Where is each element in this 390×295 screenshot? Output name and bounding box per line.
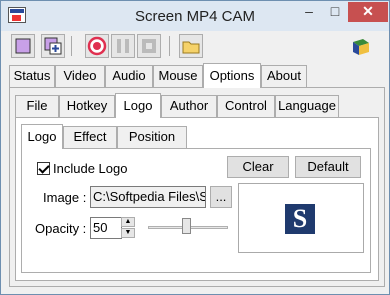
options-tab-bar: File Hotkey Logo Author Control Language [15,93,379,118]
default-button[interactable]: Default [295,156,361,178]
maximize-button[interactable]: □ [322,2,348,22]
close-button[interactable]: ✕ [348,2,388,22]
open-folder-icon [182,41,200,54]
opacity-input[interactable]: 50 [90,217,122,239]
stop-button[interactable] [137,34,161,58]
logo-image: S [285,204,315,234]
title-bar[interactable]: Screen MP4 CAM – □ ✕ [1,1,389,31]
add-region-icon [44,37,62,55]
tab-control[interactable]: Control [217,95,275,117]
help-book-button[interactable] [349,36,373,58]
open-folder-button[interactable] [179,34,203,58]
help-book-icon [353,39,369,55]
tab-file[interactable]: File [15,95,59,117]
tab-status[interactable]: Status [9,65,55,87]
opacity-up-icon[interactable]: ▲ [121,217,135,227]
tab-logo[interactable]: Logo [115,93,161,118]
tab-position[interactable]: Position [117,126,187,148]
tab-mouse[interactable]: Mouse [153,65,203,87]
app-window: Screen MP4 CAM – □ ✕ Status Video Audio [0,0,390,295]
logo-preview: S [238,183,364,253]
region-select-button[interactable] [11,34,35,58]
include-logo-checkbox[interactable] [37,162,50,175]
record-icon [87,36,107,56]
region-select-icon [15,38,31,54]
record-button[interactable] [85,34,109,58]
opacity-label: Opacity : [35,221,87,236]
clear-button[interactable]: Clear [227,156,289,178]
tab-author[interactable]: Author [161,95,217,117]
opacity-slider-thumb[interactable] [182,218,191,234]
tab-video[interactable]: Video [55,65,105,87]
opacity-down-icon[interactable]: ▼ [121,228,135,238]
tab-about[interactable]: About [261,65,307,87]
tab-audio[interactable]: Audio [105,65,153,87]
main-tab-bar: Status Video Audio Mouse Options About [9,63,385,88]
pause-button[interactable] [111,34,135,58]
tab-hotkey[interactable]: Hotkey [59,95,115,117]
image-label: Image : [43,190,87,205]
minimize-button[interactable]: – [296,2,322,22]
logo-tab-bar: Logo Effect Position [21,124,371,149]
opacity-stepper[interactable]: ▲ ▼ [121,217,137,239]
tab-effect[interactable]: Effect [63,126,117,148]
image-path-field[interactable]: C:\Softpedia Files\So [90,186,206,208]
stop-icon [142,39,156,53]
browse-button[interactable]: ... [210,186,232,208]
tab-options[interactable]: Options [203,63,261,88]
tab-logo-sub[interactable]: Logo [21,124,63,149]
add-region-button[interactable] [41,34,65,58]
pause-icon [117,39,129,53]
include-logo-label: Include Logo [53,161,128,176]
tab-language[interactable]: Language [275,95,339,117]
